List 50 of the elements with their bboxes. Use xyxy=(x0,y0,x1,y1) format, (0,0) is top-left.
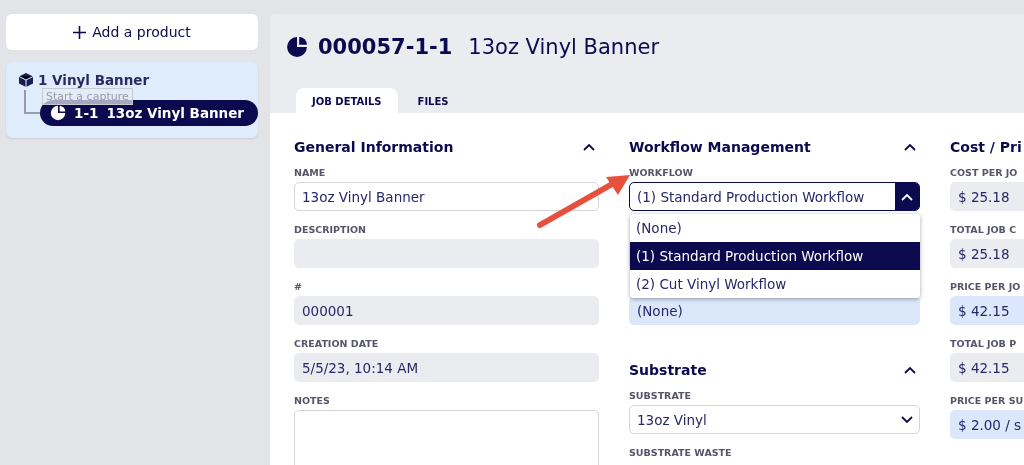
dropdown-option[interactable]: (2) Cut Vinyl Workflow xyxy=(630,270,920,298)
job-item[interactable]: 1-1 13oz Vinyl Banner xyxy=(40,100,259,126)
pie-chart-icon xyxy=(50,105,66,121)
field-label: SUBSTRATE WASTE xyxy=(629,447,733,458)
cube-icon xyxy=(18,72,34,88)
dropdown-field[interactable]: (1) Standard Production Workflow xyxy=(629,182,920,211)
dropdown-field[interactable]: 13oz Vinyl xyxy=(629,405,920,434)
input-field[interactable]: 000001 xyxy=(294,296,599,325)
input-field[interactable]: 13oz Vinyl Banner xyxy=(294,182,599,211)
chevron-icon xyxy=(901,192,913,201)
job-code: 000057-1-1 xyxy=(318,35,453,59)
input-field[interactable]: 5/5/23, 10:14 AM xyxy=(294,353,599,382)
tab[interactable]: FILES xyxy=(401,88,465,113)
job-title: 13oz Vinyl Banner xyxy=(468,35,660,59)
field-label: NAME xyxy=(294,167,327,178)
field-label: WORKFLOW xyxy=(629,167,694,178)
field-label: TOTAL JOB C xyxy=(950,224,1018,235)
field-label: PRICE PER SU xyxy=(950,395,1024,406)
input-field[interactable]: $ 42.15 xyxy=(950,296,1024,325)
pie-chart-icon xyxy=(286,36,308,58)
chevron-icon[interactable] xyxy=(904,366,916,374)
product-name[interactable]: 1 Vinyl Banner xyxy=(38,72,150,88)
input-field[interactable]: $ 2.00 / s xyxy=(950,410,1024,439)
add-product-button[interactable]: Add a product xyxy=(6,14,258,50)
tree-connector-line xyxy=(24,90,40,114)
chevron-icon[interactable] xyxy=(904,143,916,151)
tab[interactable]: JOB DETAILS xyxy=(296,88,398,113)
input-field[interactable]: $ 25.18 xyxy=(950,239,1024,268)
field-label: SUBSTRATE xyxy=(629,390,693,401)
field-label: # xyxy=(294,281,303,292)
input-field[interactable]: $ 42.15 xyxy=(950,353,1024,382)
chevron-icon[interactable] xyxy=(583,143,595,151)
field-label: COST PER JO xyxy=(950,167,1019,178)
dropdown-option[interactable]: (1) Standard Production Workflow xyxy=(630,242,920,270)
field-label: CREATION DATE xyxy=(294,338,380,349)
section-title: Substrate xyxy=(629,362,707,378)
section-title: Cost / Pri xyxy=(950,139,1022,155)
section-title: Workflow Management xyxy=(629,139,811,155)
chevron-icon xyxy=(901,415,913,424)
field-label: TOTAL JOB P xyxy=(950,338,1018,349)
tooltip: Start a capture xyxy=(42,88,133,105)
section-title: General Information xyxy=(294,139,454,155)
field-label: PRICE PER JO xyxy=(950,281,1022,292)
input-field[interactable]: (None) xyxy=(629,296,920,325)
field-label: NOTES xyxy=(294,395,331,406)
input-field[interactable]: $ 25.18 xyxy=(950,182,1024,211)
notes-field[interactable] xyxy=(294,410,599,465)
field-label: DESCRIPTION xyxy=(294,224,368,235)
plus-icon xyxy=(73,25,87,39)
dropdown-option[interactable]: (None) xyxy=(630,214,920,242)
